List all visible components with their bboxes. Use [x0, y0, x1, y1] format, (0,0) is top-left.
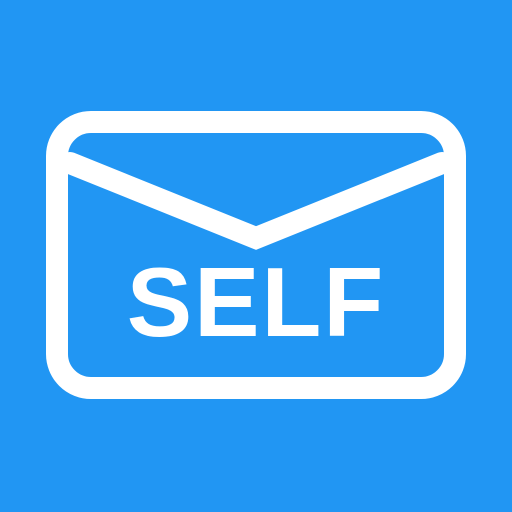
self-mail-app-icon: SELF: [0, 0, 512, 512]
icon-label-text: SELF: [127, 247, 385, 357]
